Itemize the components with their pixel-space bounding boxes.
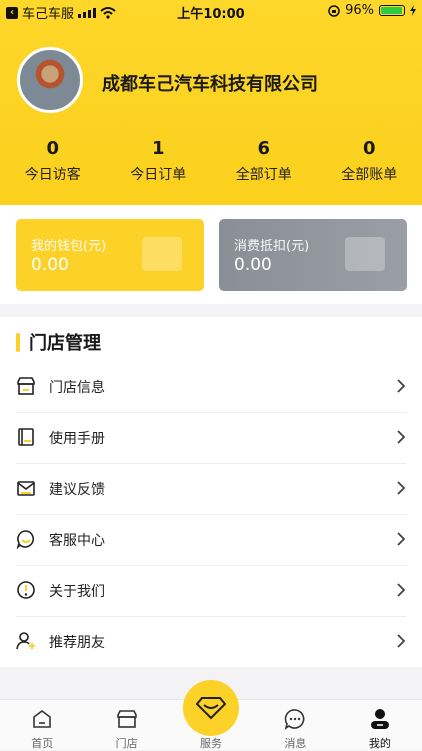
status-right: 96%: [328, 3, 416, 18]
stat-today-orders[interactable]: 1 今日订单: [106, 138, 212, 184]
menu-item-feedback[interactable]: 建议反馈: [0, 463, 422, 514]
charging-icon: [410, 5, 416, 16]
section-header: 门店管理: [16, 329, 101, 355]
deduction-amount: 0.00: [234, 255, 272, 275]
stat-value: 6: [211, 138, 317, 160]
stat-label: 全部订单: [211, 164, 317, 184]
deduction-title: 消费抵扣(元): [234, 235, 309, 254]
diamond-icon: [196, 696, 226, 720]
tab-home[interactable]: 首页: [0, 700, 84, 750]
user-add-icon: [16, 631, 36, 651]
home-icon: [31, 708, 53, 730]
store-icon: [116, 708, 138, 730]
menu-item-customer-service[interactable]: 客服中心: [0, 514, 422, 565]
chevron-right-icon: [396, 531, 406, 547]
stat-all-bills[interactable]: 0 全部账单: [317, 138, 422, 184]
section-accent-bar: [16, 333, 20, 352]
menu-label: 关于我们: [49, 581, 105, 601]
section-title: 门店管理: [29, 329, 101, 355]
menu-label: 建议反馈: [49, 479, 105, 499]
menu-item-refer-friend[interactable]: 推荐朋友: [0, 616, 422, 667]
menu-label: 使用手册: [49, 428, 105, 448]
tab-label: 服务: [169, 735, 253, 751]
battery-level: [381, 7, 402, 14]
store-management-section: 门店管理 门店信息 使用手册: [0, 317, 422, 667]
stat-value: 0: [0, 138, 106, 160]
menu-item-user-manual[interactable]: 使用手册: [0, 412, 422, 463]
menu-item-about-us[interactable]: 关于我们: [0, 565, 422, 616]
tab-mine[interactable]: 我的: [338, 700, 422, 750]
status-bar: ‹ 车己车服 上午10:00 96%: [0, 0, 422, 22]
chat-smile-icon: [16, 529, 36, 549]
menu-list: 门店信息 使用手册 建议反馈 客服: [0, 361, 422, 667]
chevron-right-icon: [396, 633, 406, 649]
wallet-icon: [142, 237, 182, 271]
stat-label: 今日访客: [0, 164, 106, 184]
menu-label: 推荐朋友: [49, 632, 105, 652]
mail-icon: [16, 478, 36, 498]
rotation-lock-icon: [328, 5, 340, 17]
chevron-right-icon: [396, 582, 406, 598]
profile-header: ‹ 车己车服 上午10:00 96%: [0, 0, 422, 205]
stat-label: 全部账单: [317, 164, 422, 184]
tab-label: 我的: [338, 735, 422, 751]
tab-store[interactable]: 门店: [84, 700, 168, 750]
tab-label: 消息: [253, 735, 337, 751]
wallet-cards: 我的钱包(元) 0.00 消费抵扣(元) 0.00: [0, 205, 422, 304]
wallet-card[interactable]: 我的钱包(元) 0.00: [16, 219, 204, 291]
battery-percent: 96%: [345, 3, 374, 18]
message-icon: [284, 708, 306, 730]
menu-label: 客服中心: [49, 530, 105, 550]
info-icon: [16, 580, 36, 600]
stat-value: 0: [317, 138, 422, 160]
ticket-icon: [345, 237, 385, 271]
menu-item-store-info[interactable]: 门店信息: [0, 361, 422, 412]
menu-label: 门店信息: [49, 377, 105, 397]
stat-today-visitors[interactable]: 0 今日访客: [0, 138, 106, 184]
chevron-right-icon: [396, 378, 406, 394]
stat-label: 今日订单: [106, 164, 212, 184]
service-badge: [183, 680, 239, 736]
stat-value: 1: [106, 138, 212, 160]
book-icon: [16, 427, 36, 447]
tab-service[interactable]: 服务: [169, 700, 253, 750]
wallet-title: 我的钱包(元): [31, 235, 106, 254]
user-icon: [369, 708, 391, 730]
tab-bar: 首页 门店 服务 消息 我的: [0, 699, 422, 750]
deduction-card[interactable]: 消费抵扣(元) 0.00: [219, 219, 407, 291]
battery-icon: [379, 5, 405, 16]
stat-all-orders[interactable]: 6 全部订单: [211, 138, 317, 184]
tab-label: 门店: [84, 735, 168, 751]
stats-row: 0 今日访客 1 今日订单 6 全部订单 0 全部账单: [0, 138, 422, 184]
chevron-right-icon: [396, 429, 406, 445]
tab-label: 首页: [0, 735, 84, 751]
avatar[interactable]: [17, 47, 83, 113]
company-name: 成都车己汽车科技有限公司: [102, 70, 318, 96]
wallet-amount: 0.00: [31, 255, 69, 275]
chevron-right-icon: [396, 480, 406, 496]
store-icon: [16, 376, 36, 396]
tab-messages[interactable]: 消息: [253, 700, 337, 750]
